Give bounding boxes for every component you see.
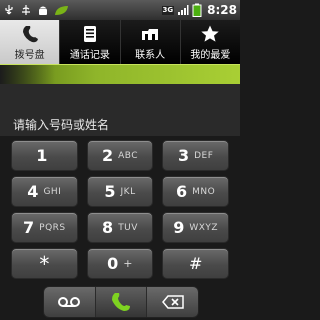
- tab-label: 联系人: [135, 50, 166, 61]
- number-input-placeholder: 请输入号码或姓名: [13, 118, 110, 132]
- key-letters: +: [123, 257, 133, 270]
- backspace-button[interactable]: [147, 287, 198, 317]
- tab-label: 通话记录: [69, 50, 110, 61]
- usb-icon: [3, 4, 15, 16]
- tab-label: 拨号盘: [14, 50, 45, 61]
- star-icon: [201, 25, 220, 42]
- dialpad: 1 2 ABC 3 DEF 4 GHI 5 JKL 6 MNO 7 PQRS 8…: [11, 140, 229, 279]
- key-1[interactable]: 1: [11, 140, 78, 171]
- key-0[interactable]: 0 +: [86, 248, 154, 279]
- call-button[interactable]: [94, 287, 148, 317]
- key-letters: PQRS: [39, 222, 66, 233]
- backspace-icon: [161, 295, 184, 309]
- dial-action-bar: [43, 286, 199, 318]
- tab-contacts[interactable]: 联系人: [120, 20, 181, 64]
- voicemail-button[interactable]: [44, 287, 95, 317]
- key-7[interactable]: 7 PQRS: [11, 212, 78, 243]
- key-digit: 1: [36, 146, 48, 165]
- key-letters: GHI: [43, 186, 62, 197]
- key-letters: JKL: [120, 186, 136, 197]
- signal-icon: [177, 4, 189, 16]
- key-6[interactable]: 6 MNO: [162, 176, 229, 207]
- android-icon: [37, 4, 49, 16]
- key-letters: MNO: [192, 186, 216, 197]
- contacts-icon: [142, 29, 159, 40]
- dialpad-phone-icon: [22, 26, 38, 43]
- key-digit: 4: [27, 182, 39, 201]
- key-8[interactable]: 8 TUV: [86, 212, 154, 243]
- key-letters: TUV: [118, 222, 138, 233]
- leaf-icon: [54, 4, 70, 16]
- accent-strip: [0, 64, 240, 85]
- key-digit: *: [39, 251, 50, 276]
- key-star[interactable]: *: [11, 248, 78, 279]
- clock: 8:28: [207, 3, 237, 17]
- key-digit: 8: [102, 218, 114, 237]
- tab-bar: 拨号盘 通话记录 联系人 我的最爱: [0, 20, 240, 64]
- key-3[interactable]: 3 DEF: [162, 140, 229, 171]
- key-letters: WXYZ: [189, 222, 219, 233]
- key-digit: 2: [101, 146, 114, 165]
- number-input[interactable]: 请输入号码或姓名: [0, 84, 240, 136]
- key-hash[interactable]: #: [162, 248, 229, 279]
- tab-favorites[interactable]: 我的最爱: [180, 20, 240, 64]
- key-digit: 9: [173, 218, 185, 237]
- key-digit: 7: [23, 218, 35, 237]
- status-bar: 3G 8:28: [0, 0, 240, 20]
- key-9[interactable]: 9 WXYZ: [162, 212, 229, 243]
- battery-icon: [192, 3, 202, 17]
- tab-dialpad[interactable]: 拨号盘: [0, 20, 61, 64]
- key-digit: 6: [176, 182, 188, 201]
- key-letters: ABC: [118, 150, 139, 161]
- key-digit: 3: [177, 146, 190, 165]
- key-digit: 0: [107, 254, 119, 273]
- key-2[interactable]: 2 ABC: [86, 140, 154, 171]
- tab-call-log[interactable]: 通话记录: [60, 20, 121, 64]
- call-log-icon: [83, 26, 96, 42]
- tab-label: 我的最爱: [190, 50, 231, 61]
- voicemail-icon: [58, 297, 81, 307]
- key-digit: 5: [104, 182, 116, 201]
- key-5[interactable]: 5 JKL: [86, 176, 154, 207]
- network-type-badge: 3G: [161, 5, 175, 15]
- key-digit: #: [188, 254, 203, 273]
- call-icon: [112, 293, 130, 311]
- usb-debug-icon: [20, 4, 32, 16]
- key-letters: DEF: [194, 150, 214, 161]
- key-4[interactable]: 4 GHI: [11, 176, 78, 207]
